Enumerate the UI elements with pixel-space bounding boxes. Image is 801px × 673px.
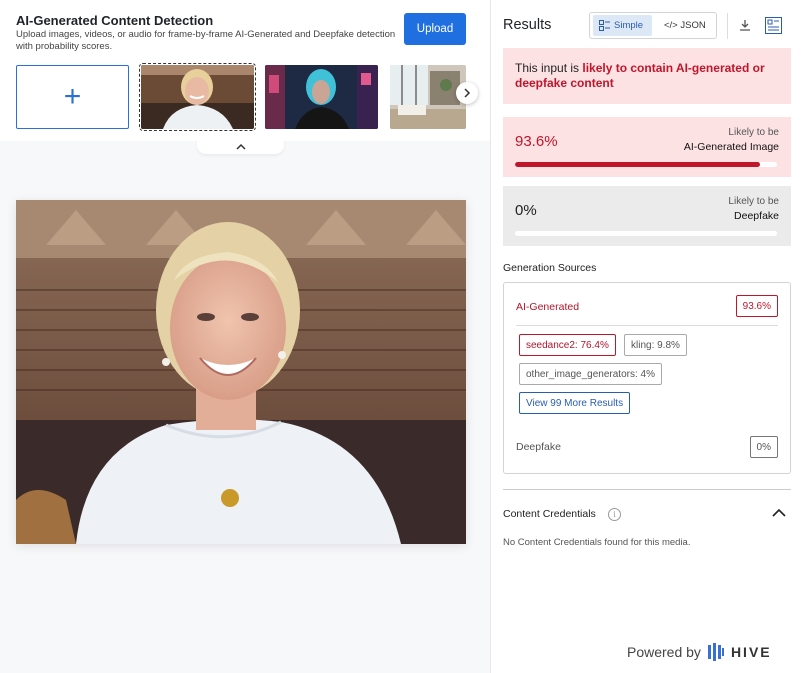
ai-likely-label: Likely to be xyxy=(728,127,779,138)
ai-generated-score-card: 93.6% Likely to be AI-Generated Image xyxy=(503,117,791,177)
view-more-results-button[interactable]: View 99 More Results xyxy=(519,392,631,414)
page-subtitle: Upload images, videos, or audio for fram… xyxy=(16,29,396,52)
page-title: AI-Generated Content Detection xyxy=(16,13,214,28)
section-divider xyxy=(503,489,791,490)
generation-sources-title: Generation Sources xyxy=(503,262,597,274)
thumbnail-cyberpunk-woman[interactable] xyxy=(265,65,378,129)
results-panel: Results Simple </> JSON This input is li… xyxy=(490,0,801,673)
alert-prefix: This input is xyxy=(515,61,583,75)
ai-generated-source-label: AI-Generated xyxy=(516,301,580,313)
hive-brand: HIVE xyxy=(730,644,772,660)
json-view-label: </> JSON xyxy=(664,20,706,31)
interior-thumbnail-image xyxy=(390,65,466,129)
deepfake-score-card: 0% Likely to be Deepfake xyxy=(503,186,791,246)
simple-view-label: Simple xyxy=(614,20,644,31)
ai-score-bar xyxy=(515,162,777,167)
list-icon xyxy=(599,20,610,31)
collapse-credentials-button[interactable] xyxy=(771,505,787,521)
report-icon xyxy=(764,16,782,34)
deepfake-score-bar xyxy=(515,231,777,236)
chevron-right-icon xyxy=(464,88,471,98)
simple-view-button[interactable]: Simple xyxy=(593,15,652,36)
powered-by-footer: Powered by HIVE xyxy=(627,643,772,661)
cyberpunk-thumbnail-image xyxy=(265,65,378,129)
chevron-up-icon xyxy=(772,508,786,517)
detection-alert: This input is likely to contain AI-gener… xyxy=(503,48,791,104)
deepfake-source-label: Deepfake xyxy=(516,441,561,453)
results-title: Results xyxy=(503,17,552,33)
chevron-up-icon xyxy=(235,143,246,150)
left-panel: AI-Generated Content Detection Upload im… xyxy=(0,0,490,673)
download-button[interactable] xyxy=(735,15,755,35)
powered-by-label: Powered by xyxy=(627,644,701,660)
upload-header: AI-Generated Content Detection Upload im… xyxy=(0,0,490,141)
deepfake-category-label: Deepfake xyxy=(734,210,779,222)
deepfake-percent: 0% xyxy=(515,202,537,219)
view-toggle: Simple </> JSON xyxy=(589,12,717,39)
ai-generated-percent: 93.6% xyxy=(515,133,558,150)
source-chip: seedance2: 76.4% xyxy=(519,334,616,356)
sources-divider xyxy=(516,325,778,326)
collapse-thumbnails-button[interactable] xyxy=(197,138,284,154)
source-chip: other_image_generators: 4% xyxy=(519,363,662,385)
portrait-preview-image xyxy=(16,200,466,544)
info-icon[interactable]: i xyxy=(608,508,621,521)
thumbnail-portrait-woman[interactable] xyxy=(139,63,256,131)
deepfake-source-badge: 0% xyxy=(749,436,778,458)
thumbnails-next-button[interactable] xyxy=(456,82,478,104)
report-view-button[interactable] xyxy=(763,15,783,35)
deepfake-likely-label: Likely to be xyxy=(728,196,779,207)
ai-score-bar-fill xyxy=(515,162,761,167)
source-chip: kling: 9.8% xyxy=(624,334,687,356)
content-credentials-title: Content Credentials xyxy=(503,508,596,520)
hive-logo-icon xyxy=(707,643,724,661)
analyzed-image xyxy=(16,200,466,544)
toolbar-divider xyxy=(727,13,728,39)
upload-button[interactable]: Upload xyxy=(404,13,466,45)
plus-icon: + xyxy=(63,80,82,113)
ai-generated-source-badge: 93.6% xyxy=(735,295,778,317)
portrait-thumbnail-image xyxy=(141,65,254,129)
download-icon xyxy=(740,20,750,31)
content-credentials-message: No Content Credentials found for this me… xyxy=(503,537,691,548)
generation-sources-box: AI-Generated 93.6% seedance2: 76.4% klin… xyxy=(503,282,791,474)
json-view-button[interactable]: </> JSON xyxy=(658,15,712,36)
add-media-tile[interactable]: + xyxy=(16,65,129,129)
ai-category-label: AI-Generated Image xyxy=(683,141,779,153)
thumbnail-interior-room[interactable] xyxy=(390,65,466,129)
